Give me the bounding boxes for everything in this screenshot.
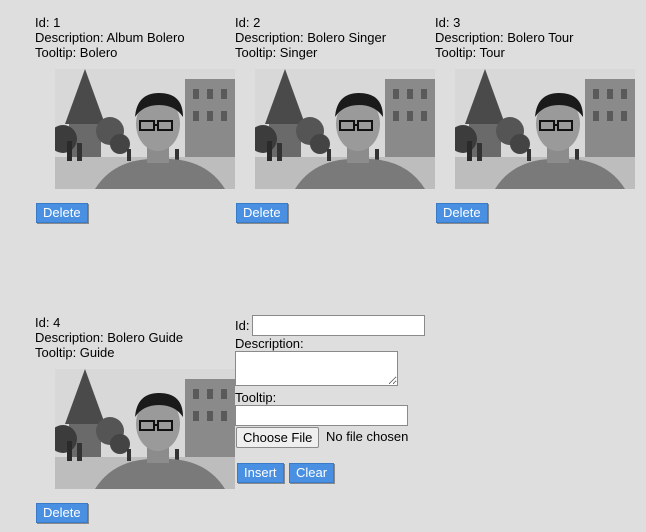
record-image <box>55 69 235 189</box>
id-label: Id: <box>235 318 250 333</box>
record-id: Id: 1 <box>35 15 61 30</box>
choose-file-button[interactable]: Choose File <box>236 427 320 448</box>
record-description: Description: Bolero Guide <box>35 330 184 345</box>
delete-button[interactable]: Delete <box>436 203 488 223</box>
insert-button[interactable]: Insert <box>237 463 284 483</box>
record-card: Id: 1 Description: Album Bolero Tooltip:… <box>35 15 235 60</box>
record-image <box>255 69 435 189</box>
id-input[interactable] <box>252 315 425 336</box>
record-card: Id: 4 Description: Bolero Guide Tooltip:… <box>35 315 235 360</box>
record-tooltip: Tooltip: Singer <box>235 45 318 60</box>
description-textarea[interactable] <box>235 351 398 386</box>
tooltip-input[interactable] <box>235 405 408 426</box>
delete-button[interactable]: Delete <box>36 203 88 223</box>
record-image <box>455 69 635 189</box>
record-description: Description: Bolero Tour <box>435 30 574 45</box>
record-image <box>55 369 235 489</box>
record-tooltip: Tooltip: Bolero <box>35 45 118 60</box>
record-tooltip: Tooltip: Guide <box>35 345 115 360</box>
tooltip-label: Tooltip: <box>235 390 277 405</box>
record-id: Id: 2 <box>235 15 261 30</box>
no-file-chosen-text: No file chosen <box>326 429 409 444</box>
description-label: Description: <box>235 336 304 351</box>
delete-button[interactable]: Delete <box>236 203 288 223</box>
clear-button[interactable]: Clear <box>289 463 335 483</box>
record-description: Description: Bolero Singer <box>235 30 387 45</box>
record-id: Id: 4 <box>35 315 61 330</box>
record-description: Description: Album Bolero <box>35 30 185 45</box>
delete-button[interactable]: Delete <box>36 503 88 523</box>
record-id: Id: 3 <box>435 15 461 30</box>
record-card: Id: 2 Description: Bolero Singer Tooltip… <box>235 15 435 60</box>
record-card: Id: 3 Description: Bolero Tour Tooltip: … <box>435 15 635 60</box>
record-tooltip: Tooltip: Tour <box>435 45 505 60</box>
